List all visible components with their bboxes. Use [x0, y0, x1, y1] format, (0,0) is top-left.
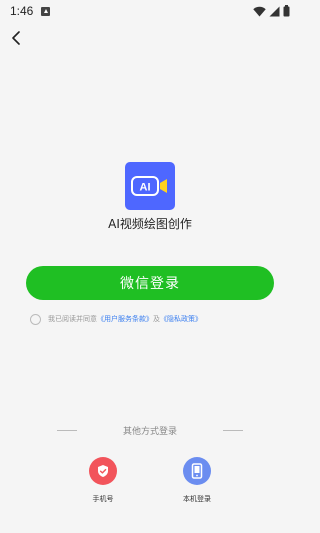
wifi-icon [253, 6, 266, 16]
privacy-link[interactable]: 《隐私政策》 [160, 314, 202, 324]
status-bar: 1:46 [0, 0, 300, 22]
notification-icon [41, 6, 51, 16]
back-button[interactable] [6, 28, 26, 48]
back-arrow-icon [12, 31, 20, 45]
signal-icon [269, 6, 280, 16]
local-login-option[interactable]: 本机登录 [172, 457, 222, 504]
battery-icon [283, 5, 290, 17]
other-login-divider: 其他方式登录 [0, 423, 300, 437]
wechat-login-button[interactable]: 微信登录 [26, 266, 274, 300]
video-camera-icon: AI [131, 176, 167, 196]
status-icons [253, 5, 290, 17]
agreement: 我已阅读并同意 《用户服务条款》 及 《隐私政策》 [30, 313, 202, 325]
app-name: AI视频绘图创作 [108, 217, 192, 231]
app-logo: AI [125, 162, 175, 210]
phone-login-label: 手机号 [92, 495, 114, 503]
mobile-device-icon [191, 463, 203, 479]
phone-login-option[interactable]: 手机号 [78, 457, 128, 504]
phone-shield-icon [98, 465, 108, 477]
terms-link[interactable]: 《用户服务条款》 [97, 314, 153, 324]
status-time: 1:46 [10, 4, 34, 18]
svg-text:AI: AI [140, 182, 151, 194]
other-login-title: 其他方式登录 [122, 426, 177, 437]
divider-line-left [56, 429, 77, 431]
local-login-label: 本机登录 [183, 495, 211, 503]
local-login-button[interactable] [183, 457, 211, 485]
divider-line-right [223, 429, 243, 431]
agreement-checkbox[interactable] [30, 313, 41, 325]
agreement-prefix: 我已阅读并同意 [48, 315, 97, 323]
phone-login-button[interactable] [89, 457, 117, 485]
agreement-conjunction: 及 [153, 315, 160, 323]
